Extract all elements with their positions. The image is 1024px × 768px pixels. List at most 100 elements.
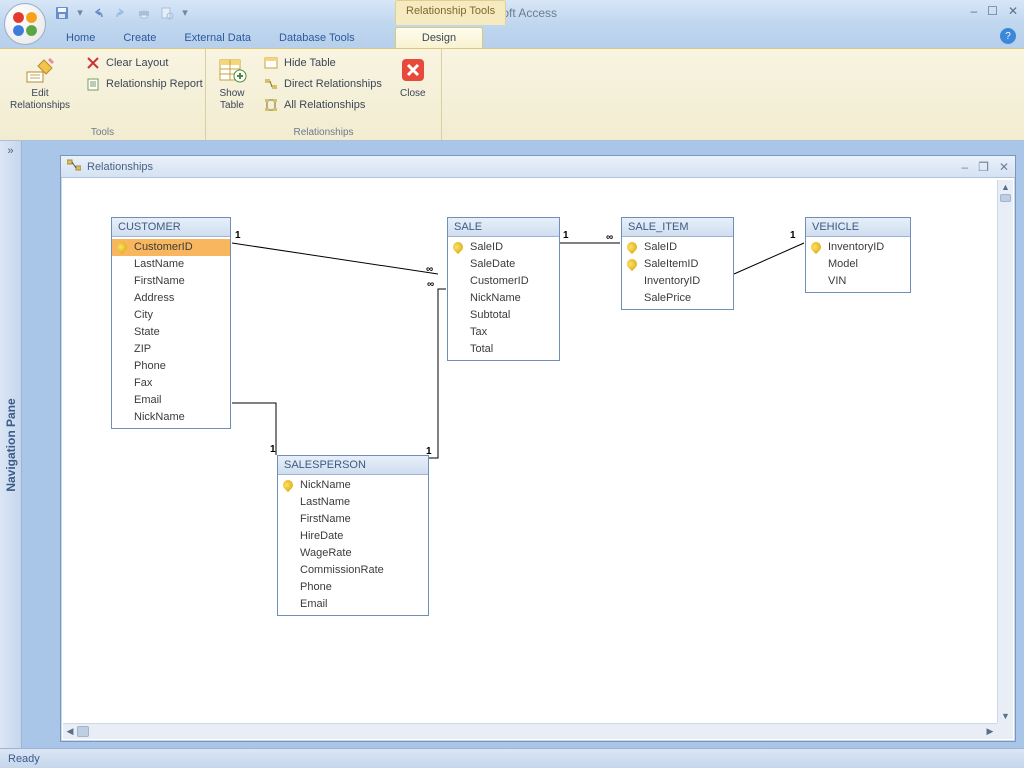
field[interactable]: NickName	[278, 477, 428, 494]
close-button-ribbon[interactable]: Close	[393, 52, 433, 102]
hide-table-icon	[263, 55, 279, 71]
scroll-up-icon[interactable]: ▲	[998, 180, 1013, 194]
scroll-thumb[interactable]	[1000, 194, 1011, 202]
field[interactable]: LastName	[278, 494, 428, 511]
field[interactable]: SalePrice	[622, 290, 733, 307]
hide-table-button[interactable]: Hide Table	[260, 54, 385, 72]
edit-relationships-button[interactable]: Edit Relationships	[6, 52, 74, 114]
contextual-tab-group: Relationship Tools	[395, 0, 506, 25]
document-title: Relationships	[87, 161, 153, 173]
help-icon[interactable]: ?	[1000, 28, 1016, 44]
table-customer[interactable]: CUSTOMER CustomerID LastName FirstName A…	[111, 217, 231, 429]
field[interactable]: Phone	[112, 358, 230, 375]
redo-icon[interactable]	[111, 3, 131, 23]
qat-customize-icon[interactable]: ▾	[180, 3, 190, 23]
field[interactable]: CustomerID	[112, 239, 230, 256]
field[interactable]: LastName	[112, 256, 230, 273]
field[interactable]: SaleID	[622, 239, 733, 256]
field[interactable]: City	[112, 307, 230, 324]
field[interactable]: Email	[278, 596, 428, 613]
field[interactable]: Model	[806, 256, 910, 273]
field[interactable]: Total	[448, 341, 559, 358]
table-sale-item[interactable]: SALE_ITEM SaleID SaleItemID InventoryID …	[621, 217, 734, 310]
qat-dropdown-icon[interactable]: ▾	[75, 3, 85, 23]
tab-database-tools[interactable]: Database Tools	[265, 28, 369, 48]
field[interactable]: VIN	[806, 273, 910, 290]
scroll-thumb[interactable]	[77, 726, 89, 737]
close-icon	[397, 54, 429, 86]
minimize-button[interactable]: –	[970, 4, 977, 18]
direct-relationships-button[interactable]: Direct Relationships	[260, 75, 385, 93]
close-button[interactable]: ✕	[1008, 4, 1018, 18]
all-relationships-icon	[263, 97, 279, 113]
field[interactable]: NickName	[112, 409, 230, 426]
field[interactable]: ZIP	[112, 341, 230, 358]
ribbon: Edit Relationships Clear Layout Relation…	[0, 48, 1024, 141]
field[interactable]: State	[112, 324, 230, 341]
scroll-right-icon[interactable]: ▶	[983, 724, 997, 739]
scroll-down-icon[interactable]: ▼	[998, 709, 1013, 723]
field[interactable]: InventoryID	[622, 273, 733, 290]
field[interactable]: SaleDate	[448, 256, 559, 273]
doc-close-icon[interactable]: ✕	[999, 160, 1009, 174]
field[interactable]: HireDate	[278, 528, 428, 545]
office-button[interactable]	[4, 3, 46, 45]
print-icon[interactable]	[134, 3, 154, 23]
tab-create[interactable]: Create	[109, 28, 170, 48]
title-bar: ▾ ▾ Microsoft Access Relationship Tools …	[0, 0, 1024, 25]
tab-external-data[interactable]: External Data	[170, 28, 265, 48]
navigation-pane[interactable]: » Navigation Pane	[0, 141, 22, 748]
horizontal-scrollbar[interactable]: ◀ ▶	[63, 723, 997, 739]
field[interactable]: InventoryID	[806, 239, 910, 256]
field[interactable]: Address	[112, 290, 230, 307]
field[interactable]: SaleItemID	[622, 256, 733, 273]
field[interactable]: Email	[112, 392, 230, 409]
print-preview-icon[interactable]	[157, 3, 177, 23]
table-vehicle[interactable]: VEHICLE InventoryID Model VIN	[805, 217, 911, 293]
relationships-window: Relationships – ❐ ✕ 1 ∞ ∞ 1	[60, 155, 1016, 742]
all-relationships-button[interactable]: All Relationships	[260, 96, 385, 114]
clear-layout-button[interactable]: Clear Layout	[82, 54, 206, 72]
undo-icon[interactable]	[88, 3, 108, 23]
table-title: SALE	[448, 218, 559, 237]
field[interactable]: CommissionRate	[278, 562, 428, 579]
navpane-label: Navigation Pane	[4, 398, 18, 491]
field[interactable]: Phone	[278, 579, 428, 596]
maximize-button[interactable]: ☐	[987, 4, 998, 18]
document-titlebar[interactable]: Relationships – ❐ ✕	[61, 156, 1015, 178]
vertical-scrollbar[interactable]: ▲ ▼	[997, 180, 1013, 723]
direct-relationships-icon	[263, 76, 279, 92]
field[interactable]: NickName	[448, 290, 559, 307]
table-title: CUSTOMER	[112, 218, 230, 237]
document-area: Relationships – ❐ ✕ 1 ∞ ∞ 1	[22, 141, 1024, 748]
field[interactable]: Fax	[112, 375, 230, 392]
show-table-button[interactable]: Show Table	[212, 52, 252, 114]
show-table-icon	[216, 54, 248, 86]
cardinality-one: 1	[563, 230, 569, 241]
group-label-relationships: Relationships	[212, 125, 435, 140]
status-bar: Ready	[0, 748, 1024, 768]
tab-home[interactable]: Home	[52, 28, 109, 48]
table-sale[interactable]: SALE SaleID SaleDate CustomerID NickName…	[447, 217, 560, 361]
field[interactable]: Subtotal	[448, 307, 559, 324]
group-label-tools: Tools	[6, 125, 199, 140]
relationships-canvas[interactable]: 1 ∞ ∞ 1 1 ∞ 1 ∞ ∞ 1 CUSTOMER CustomerID …	[63, 180, 997, 723]
field[interactable]: FirstName	[278, 511, 428, 528]
field[interactable]: CustomerID	[448, 273, 559, 290]
relationship-report-button[interactable]: Relationship Report	[82, 75, 206, 93]
save-icon[interactable]	[52, 3, 72, 23]
tab-design[interactable]: Design	[395, 27, 483, 48]
field[interactable]: SaleID	[448, 239, 559, 256]
relationships-doc-icon	[67, 159, 81, 174]
doc-minimize-icon[interactable]: –	[961, 160, 968, 174]
field[interactable]: FirstName	[112, 273, 230, 290]
scroll-left-icon[interactable]: ◀	[63, 724, 77, 739]
table-title: SALE_ITEM	[622, 218, 733, 237]
table-salesperson[interactable]: SALESPERSON NickName LastName FirstName …	[277, 455, 429, 616]
quick-access-toolbar: ▾ ▾	[52, 0, 190, 25]
field[interactable]: Tax	[448, 324, 559, 341]
doc-restore-icon[interactable]: ❐	[978, 160, 989, 174]
relationship-report-icon	[85, 76, 101, 92]
field[interactable]: WageRate	[278, 545, 428, 562]
navpane-expand-icon[interactable]: »	[0, 141, 21, 161]
